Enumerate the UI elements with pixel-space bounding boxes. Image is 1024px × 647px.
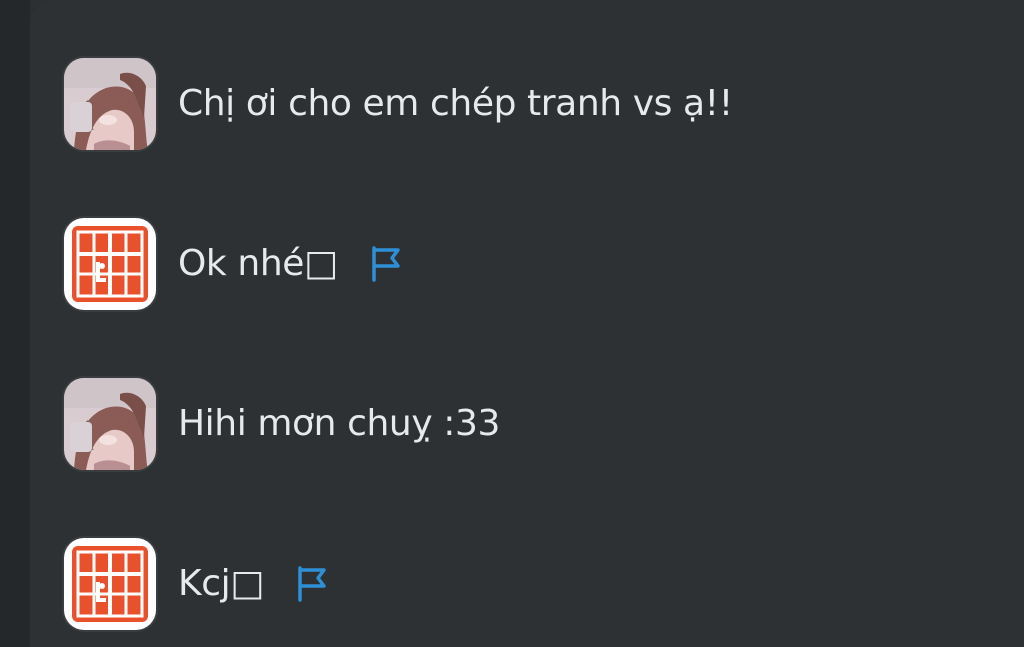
red-logo-avatar[interactable]: [64, 218, 156, 310]
message-text-row: Ok nhé□: [178, 244, 404, 284]
girl-portrait-avatar[interactable]: [64, 58, 156, 150]
sidebar-edge: [0, 0, 30, 647]
flag-icon[interactable]: [294, 564, 330, 604]
message-text: Hihi mơn chuỵ :33: [178, 403, 500, 444]
chat-window: Chị ơi cho em chép tranh vs ạ!! Ok nhé□: [0, 0, 1024, 647]
flag-icon[interactable]: [368, 244, 404, 284]
girl-portrait-avatar[interactable]: [64, 378, 156, 470]
chat-message[interactable]: Ok nhé□: [64, 216, 404, 312]
message-text: Kcj□: [178, 563, 264, 604]
message-text: Chị ơi cho em chép tranh vs ạ!!: [178, 83, 733, 124]
chat-message[interactable]: Hihi mơn chuỵ :33: [64, 376, 500, 472]
chat-message[interactable]: Chị ơi cho em chép tranh vs ạ!!: [64, 56, 733, 152]
message-text-row: Kcj□: [178, 564, 330, 604]
chat-message[interactable]: Kcj□: [64, 536, 330, 632]
red-logo-avatar[interactable]: [64, 538, 156, 630]
message-text: Ok nhé□: [178, 243, 338, 284]
